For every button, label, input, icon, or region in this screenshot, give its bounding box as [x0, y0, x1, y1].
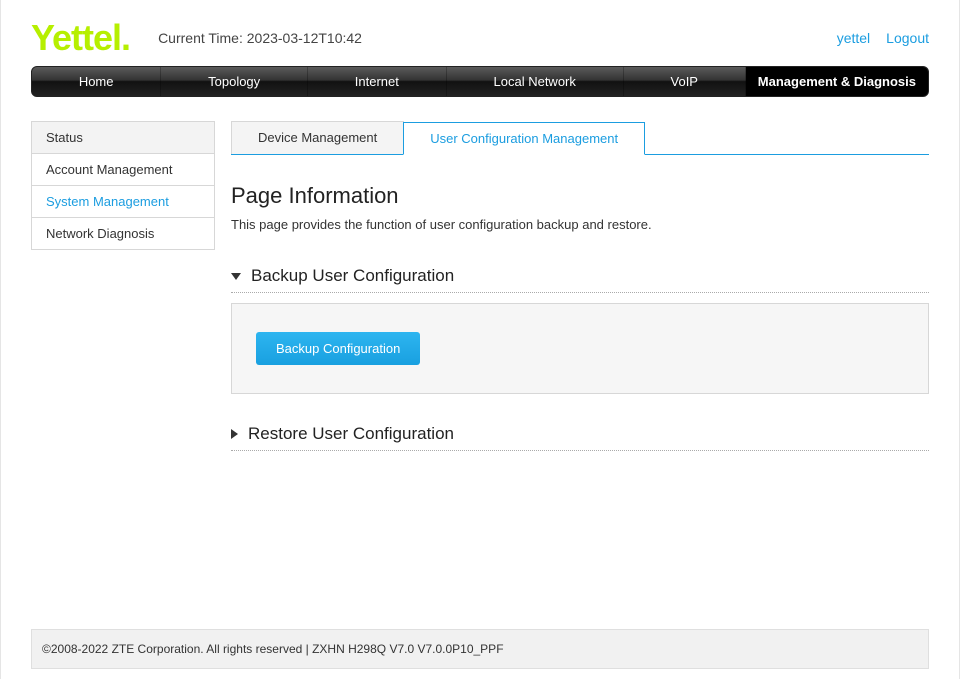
backup-configuration-button[interactable]: Backup Configuration	[256, 332, 420, 365]
sidebar-item-system-management[interactable]: System Management	[31, 186, 215, 218]
top-nav: Home Topology Internet Local Network VoI…	[31, 66, 929, 97]
chevron-right-icon	[231, 429, 238, 439]
chevron-down-icon	[231, 273, 241, 280]
nav-voip[interactable]: VoIP	[624, 67, 746, 96]
logo: Yettel.	[31, 20, 130, 56]
section-header-backup[interactable]: Backup User Configuration	[231, 260, 929, 293]
logout-link[interactable]: Logout	[886, 30, 929, 46]
sidebar-item-account-management[interactable]: Account Management	[31, 154, 215, 186]
nav-home[interactable]: Home	[32, 67, 161, 96]
user-link[interactable]: yettel	[837, 30, 870, 46]
page-description: This page provides the function of user …	[231, 217, 929, 232]
sidebar: Status Account Management System Managem…	[31, 121, 215, 451]
section-header-restore[interactable]: Restore User Configuration	[231, 418, 929, 451]
nav-internet[interactable]: Internet	[308, 67, 447, 96]
sidebar-item-status[interactable]: Status	[31, 121, 215, 154]
main: Device Management User Configuration Man…	[231, 121, 929, 451]
header-right: yettel Logout	[837, 30, 929, 46]
subtab-device-management[interactable]: Device Management	[231, 121, 404, 154]
sidebar-item-network-diagnosis[interactable]: Network Diagnosis	[31, 218, 215, 250]
header-row: Yettel. Current Time: 2023-03-12T10:42 y…	[1, 0, 959, 66]
content-area: Status Account Management System Managem…	[1, 97, 959, 451]
subtab-user-configuration-management[interactable]: User Configuration Management	[403, 122, 645, 155]
subtabs: Device Management User Configuration Man…	[231, 121, 929, 155]
section-title-restore: Restore User Configuration	[248, 424, 454, 444]
backup-panel: Backup Configuration	[231, 303, 929, 394]
nav-management-diagnosis[interactable]: Management & Diagnosis	[746, 67, 928, 96]
nav-topology[interactable]: Topology	[161, 67, 308, 96]
nav-local-network[interactable]: Local Network	[447, 67, 624, 96]
section-title-backup: Backup User Configuration	[251, 266, 454, 286]
header-left: Yettel. Current Time: 2023-03-12T10:42	[31, 20, 362, 56]
current-time-label: Current Time: 2023-03-12T10:42	[158, 30, 362, 46]
page-title: Page Information	[231, 183, 929, 209]
footer-text: ©2008-2022 ZTE Corporation. All rights r…	[42, 642, 504, 656]
footer: ©2008-2022 ZTE Corporation. All rights r…	[31, 629, 929, 669]
